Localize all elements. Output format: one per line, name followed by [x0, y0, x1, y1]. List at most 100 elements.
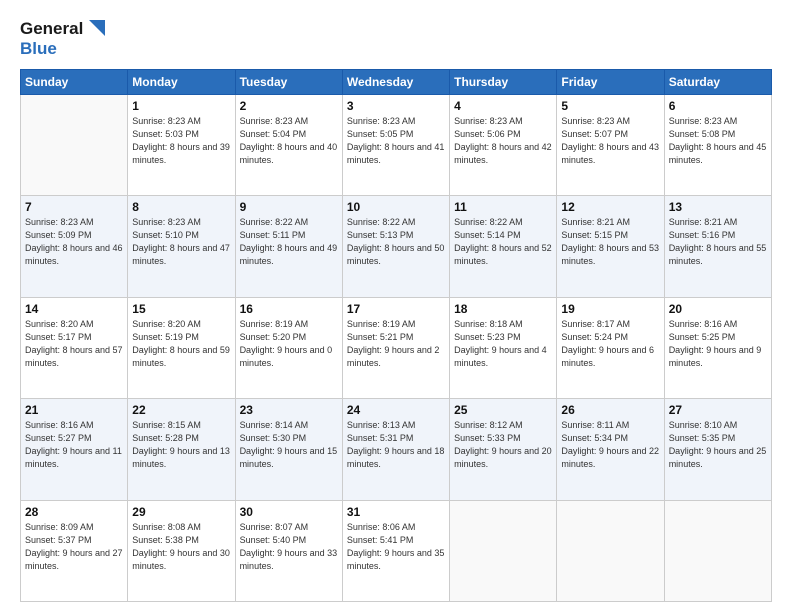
- day-number: 18: [454, 302, 552, 316]
- calendar-cell: 4 Sunrise: 8:23 AMSunset: 5:06 PMDaylight…: [450, 94, 557, 195]
- day-number: 28: [25, 505, 123, 519]
- day-info: Sunrise: 8:18 AMSunset: 5:23 PMDaylight:…: [454, 318, 552, 370]
- day-info: Sunrise: 8:22 AMSunset: 5:11 PMDaylight:…: [240, 216, 338, 268]
- calendar-week-1: 1Sunrise: 8:23 AMSunset: 5:03 PMDaylight…: [21, 94, 772, 195]
- day-number: 11: [454, 200, 552, 214]
- calendar-cell: 1Sunrise: 8:23 AMSunset: 5:03 PMDaylight…: [128, 94, 235, 195]
- day-number: 31: [347, 505, 445, 519]
- calendar-cell: 9 Sunrise: 8:22 AMSunset: 5:11 PMDaylight…: [235, 196, 342, 297]
- weekday-header-thursday: Thursday: [450, 69, 557, 94]
- calendar-cell: 27Sunrise: 8:10 AMSunset: 5:35 PMDayligh…: [664, 399, 771, 500]
- calendar-cell: [450, 500, 557, 602]
- day-info: Sunrise: 8:20 AMSunset: 5:17 PMDaylight:…: [25, 318, 123, 370]
- calendar-cell: 23 Sunrise: 8:14 AMSunset: 5:30 PMDayligh…: [235, 399, 342, 500]
- calendar-table: SundayMondayTuesdayWednesdayThursdayFrid…: [20, 69, 772, 602]
- weekday-header-wednesday: Wednesday: [342, 69, 449, 94]
- day-info: Sunrise: 8:23 AMSunset: 5:09 PMDaylight:…: [25, 216, 123, 268]
- calendar-cell: 10Sunrise: 8:22 AMSunset: 5:13 PMDayligh…: [342, 196, 449, 297]
- day-number: 22: [132, 403, 230, 417]
- calendar-cell: 18 Sunrise: 8:18 AMSunset: 5:23 PMDayligh…: [450, 297, 557, 398]
- day-info: Sunrise: 8:20 AMSunset: 5:19 PMDaylight:…: [132, 318, 230, 370]
- calendar-cell: 8Sunrise: 8:23 AMSunset: 5:10 PMDaylight…: [128, 196, 235, 297]
- calendar-cell: 24 Sunrise: 8:13 AMSunset: 5:31 PMDayligh…: [342, 399, 449, 500]
- calendar-cell: [664, 500, 771, 602]
- calendar-cell: 29 Sunrise: 8:08 AMSunset: 5:38 PMDayligh…: [128, 500, 235, 602]
- day-info: Sunrise: 8:16 AMSunset: 5:27 PMDaylight:…: [25, 419, 123, 471]
- header: General Blue: [20, 18, 772, 59]
- day-number: 9: [240, 200, 338, 214]
- day-number: 15: [132, 302, 230, 316]
- day-number: 12: [561, 200, 659, 214]
- calendar-cell: 2 Sunrise: 8:23 AMSunset: 5:04 PMDaylight…: [235, 94, 342, 195]
- day-number: 5: [561, 99, 659, 113]
- calendar-cell: 28 Sunrise: 8:09 AMSunset: 5:37 PMDayligh…: [21, 500, 128, 602]
- calendar-week-4: 21 Sunrise: 8:16 AMSunset: 5:27 PMDayligh…: [21, 399, 772, 500]
- day-number: 2: [240, 99, 338, 113]
- page: General Blue SundayMondayTuesdayWednesda…: [0, 0, 792, 612]
- day-number: 6: [669, 99, 767, 113]
- weekday-header-row: SundayMondayTuesdayWednesdayThursdayFrid…: [21, 69, 772, 94]
- day-number: 10: [347, 200, 445, 214]
- day-number: 23: [240, 403, 338, 417]
- calendar-cell: [21, 94, 128, 195]
- day-number: 25: [454, 403, 552, 417]
- day-info: Sunrise: 8:22 AMSunset: 5:14 PMDaylight:…: [454, 216, 552, 268]
- day-number: 27: [669, 403, 767, 417]
- weekday-header-monday: Monday: [128, 69, 235, 94]
- day-info: Sunrise: 8:23 AMSunset: 5:03 PMDaylight:…: [132, 115, 230, 167]
- calendar-week-2: 7Sunrise: 8:23 AMSunset: 5:09 PMDaylight…: [21, 196, 772, 297]
- weekday-header-friday: Friday: [557, 69, 664, 94]
- calendar-cell: 5 Sunrise: 8:23 AMSunset: 5:07 PMDaylight…: [557, 94, 664, 195]
- calendar-cell: 12 Sunrise: 8:21 AMSunset: 5:15 PMDayligh…: [557, 196, 664, 297]
- day-info: Sunrise: 8:12 AMSunset: 5:33 PMDaylight:…: [454, 419, 552, 471]
- day-info: Sunrise: 8:23 AMSunset: 5:07 PMDaylight:…: [561, 115, 659, 167]
- day-number: 3: [347, 99, 445, 113]
- weekday-header-sunday: Sunday: [21, 69, 128, 94]
- day-number: 29: [132, 505, 230, 519]
- day-info: Sunrise: 8:07 AMSunset: 5:40 PMDaylight:…: [240, 521, 338, 573]
- day-number: 17: [347, 302, 445, 316]
- day-number: 14: [25, 302, 123, 316]
- calendar-cell: 26Sunrise: 8:11 AMSunset: 5:34 PMDayligh…: [557, 399, 664, 500]
- day-info: Sunrise: 8:21 AMSunset: 5:15 PMDaylight:…: [561, 216, 659, 268]
- weekday-header-saturday: Saturday: [664, 69, 771, 94]
- day-info: Sunrise: 8:23 AMSunset: 5:04 PMDaylight:…: [240, 115, 338, 167]
- calendar-cell: 11 Sunrise: 8:22 AMSunset: 5:14 PMDayligh…: [450, 196, 557, 297]
- day-info: Sunrise: 8:13 AMSunset: 5:31 PMDaylight:…: [347, 419, 445, 471]
- day-number: 4: [454, 99, 552, 113]
- day-info: Sunrise: 8:08 AMSunset: 5:38 PMDaylight:…: [132, 521, 230, 573]
- day-info: Sunrise: 8:15 AMSunset: 5:28 PMDaylight:…: [132, 419, 230, 471]
- day-info: Sunrise: 8:23 AMSunset: 5:05 PMDaylight:…: [347, 115, 445, 167]
- calendar-cell: 6Sunrise: 8:23 AMSunset: 5:08 PMDaylight…: [664, 94, 771, 195]
- day-info: Sunrise: 8:23 AMSunset: 5:06 PMDaylight:…: [454, 115, 552, 167]
- calendar-cell: 31 Sunrise: 8:06 AMSunset: 5:41 PMDayligh…: [342, 500, 449, 602]
- day-info: Sunrise: 8:09 AMSunset: 5:37 PMDaylight:…: [25, 521, 123, 573]
- logo: General Blue: [20, 18, 107, 59]
- logo-blue-text: Blue: [20, 40, 107, 59]
- calendar-cell: 17 Sunrise: 8:19 AMSunset: 5:21 PMDayligh…: [342, 297, 449, 398]
- calendar-cell: 30Sunrise: 8:07 AMSunset: 5:40 PMDayligh…: [235, 500, 342, 602]
- calendar-cell: 21 Sunrise: 8:16 AMSunset: 5:27 PMDayligh…: [21, 399, 128, 500]
- calendar-cell: 16Sunrise: 8:19 AMSunset: 5:20 PMDayligh…: [235, 297, 342, 398]
- day-number: 24: [347, 403, 445, 417]
- day-number: 19: [561, 302, 659, 316]
- logo-text: General Blue: [20, 18, 107, 59]
- day-info: Sunrise: 8:23 AMSunset: 5:10 PMDaylight:…: [132, 216, 230, 268]
- calendar-cell: 3 Sunrise: 8:23 AMSunset: 5:05 PMDaylight…: [342, 94, 449, 195]
- day-number: 20: [669, 302, 767, 316]
- day-number: 13: [669, 200, 767, 214]
- calendar-cell: 20Sunrise: 8:16 AMSunset: 5:25 PMDayligh…: [664, 297, 771, 398]
- calendar-cell: 7Sunrise: 8:23 AMSunset: 5:09 PMDaylight…: [21, 196, 128, 297]
- logo-chevron-icon: [85, 18, 107, 40]
- day-info: Sunrise: 8:14 AMSunset: 5:30 PMDaylight:…: [240, 419, 338, 471]
- calendar-cell: 19Sunrise: 8:17 AMSunset: 5:24 PMDayligh…: [557, 297, 664, 398]
- day-number: 26: [561, 403, 659, 417]
- calendar-cell: 22 Sunrise: 8:15 AMSunset: 5:28 PMDayligh…: [128, 399, 235, 500]
- day-info: Sunrise: 8:19 AMSunset: 5:21 PMDaylight:…: [347, 318, 445, 370]
- calendar-cell: 15 Sunrise: 8:20 AMSunset: 5:19 PMDayligh…: [128, 297, 235, 398]
- day-info: Sunrise: 8:06 AMSunset: 5:41 PMDaylight:…: [347, 521, 445, 573]
- weekday-header-tuesday: Tuesday: [235, 69, 342, 94]
- day-number: 21: [25, 403, 123, 417]
- calendar-cell: 13Sunrise: 8:21 AMSunset: 5:16 PMDayligh…: [664, 196, 771, 297]
- day-info: Sunrise: 8:19 AMSunset: 5:20 PMDaylight:…: [240, 318, 338, 370]
